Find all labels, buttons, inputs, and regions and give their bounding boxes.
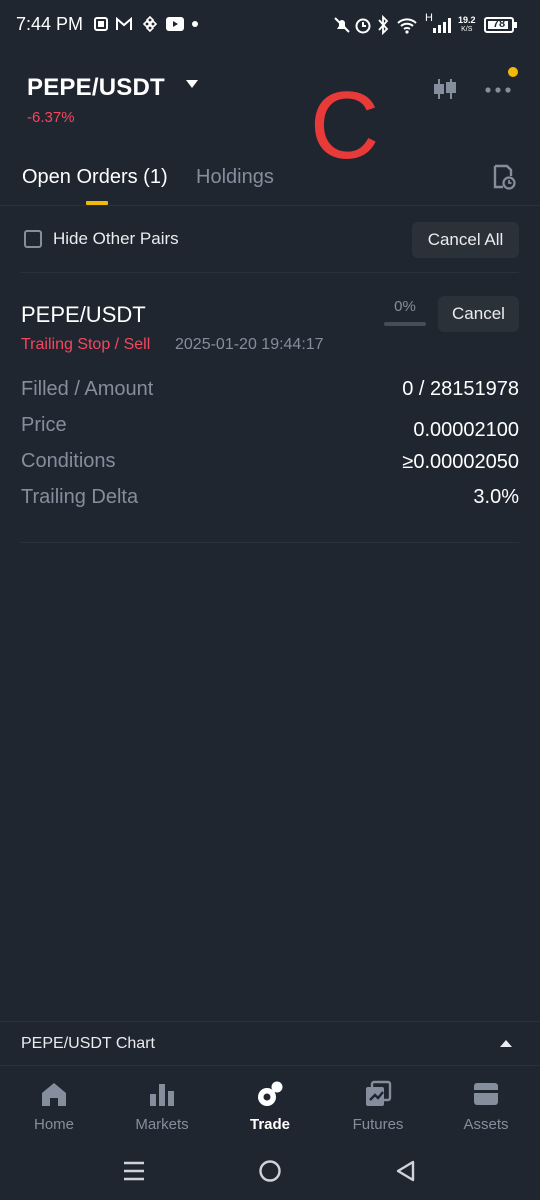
nav-label: Trade: [249, 1116, 291, 1133]
row-label-conditions: Conditions: [21, 450, 116, 472]
pair-dropdown-caret-icon[interactable]: [186, 80, 198, 88]
nav-label: Futures: [352, 1116, 404, 1133]
pair-title[interactable]: PEPE/USDT: [27, 74, 165, 102]
candlestick-chart-icon[interactable]: [432, 76, 458, 102]
nav-trade[interactable]: Trade: [216, 1066, 324, 1144]
divider: [21, 272, 519, 273]
cancel-order-button[interactable]: Cancel: [438, 296, 519, 332]
row-value-filled-amount: 0 / 28151978: [402, 378, 519, 400]
order-pair: PEPE/USDT: [21, 302, 146, 327]
nav-futures[interactable]: Futures: [324, 1066, 432, 1144]
wifi-icon: [397, 18, 417, 34]
notification-dot: [508, 67, 518, 77]
home-icon: [42, 1083, 66, 1106]
hide-other-pairs-checkbox[interactable]: [24, 230, 42, 248]
net-speed: 19.2 K/S: [458, 15, 476, 34]
recent-apps-icon[interactable]: [122, 1160, 146, 1182]
alarm-icon: [355, 18, 371, 34]
tab-open-orders[interactable]: Open Orders (1): [22, 166, 168, 189]
mute-icon: [334, 17, 350, 33]
home-button-icon[interactable]: [258, 1159, 282, 1183]
nav-assets[interactable]: Assets: [432, 1066, 540, 1144]
order-type: Trailing Stop / Sell: [21, 336, 151, 353]
order-time: 2025-01-20 19:44:17: [175, 336, 324, 353]
nav-label: Assets: [463, 1116, 509, 1133]
markets-icon: [150, 1084, 174, 1106]
price-change: -6.37%: [27, 109, 75, 126]
office-icon: [94, 17, 108, 31]
tab-holdings[interactable]: Holdings: [196, 166, 274, 189]
row-value-price: 0.00002100: [413, 419, 519, 441]
nav-label: Home: [33, 1116, 74, 1133]
row-value-trailing-delta: 3.0%: [473, 486, 519, 508]
battery-icon: 78: [484, 17, 514, 33]
trade-icon: [258, 1081, 283, 1106]
assets-icon: [474, 1083, 498, 1105]
more-icon[interactable]: [484, 80, 512, 100]
divider: [21, 542, 519, 543]
row-label-trailing-delta: Trailing Delta: [21, 486, 139, 508]
signal-icon: [433, 18, 451, 33]
order-progress-percent: 0%: [394, 298, 416, 315]
status-time: 7:44 PM: [16, 14, 84, 34]
order-progress-bar: [384, 322, 426, 326]
row-label-price: Price: [21, 414, 67, 436]
nav-label: Markets: [135, 1116, 189, 1133]
bluetooth-icon: [378, 15, 389, 35]
nav-markets[interactable]: Markets: [108, 1066, 216, 1144]
hide-other-pairs-label[interactable]: Hide Other Pairs: [53, 229, 179, 249]
divider: [0, 205, 540, 206]
order-history-icon[interactable]: [492, 164, 516, 190]
gmail-icon: [116, 17, 132, 30]
back-icon[interactable]: [394, 1159, 416, 1183]
battery-tip: [514, 22, 517, 28]
youtube-icon: [166, 17, 184, 31]
row-label-filled-amount: Filled / Amount: [21, 378, 154, 400]
chart-drawer-label[interactable]: PEPE/USDT Chart: [21, 1035, 155, 1053]
cancel-all-button[interactable]: Cancel All: [412, 222, 519, 258]
chevron-up-icon[interactable]: [500, 1040, 512, 1047]
binance-icon: [142, 16, 158, 32]
dot-icon: [192, 21, 198, 27]
futures-icon: [366, 1080, 392, 1106]
overlay-letter: C: [310, 72, 380, 179]
row-value-conditions: ≥0.00002050: [402, 451, 519, 473]
nav-home[interactable]: Home: [0, 1066, 108, 1144]
